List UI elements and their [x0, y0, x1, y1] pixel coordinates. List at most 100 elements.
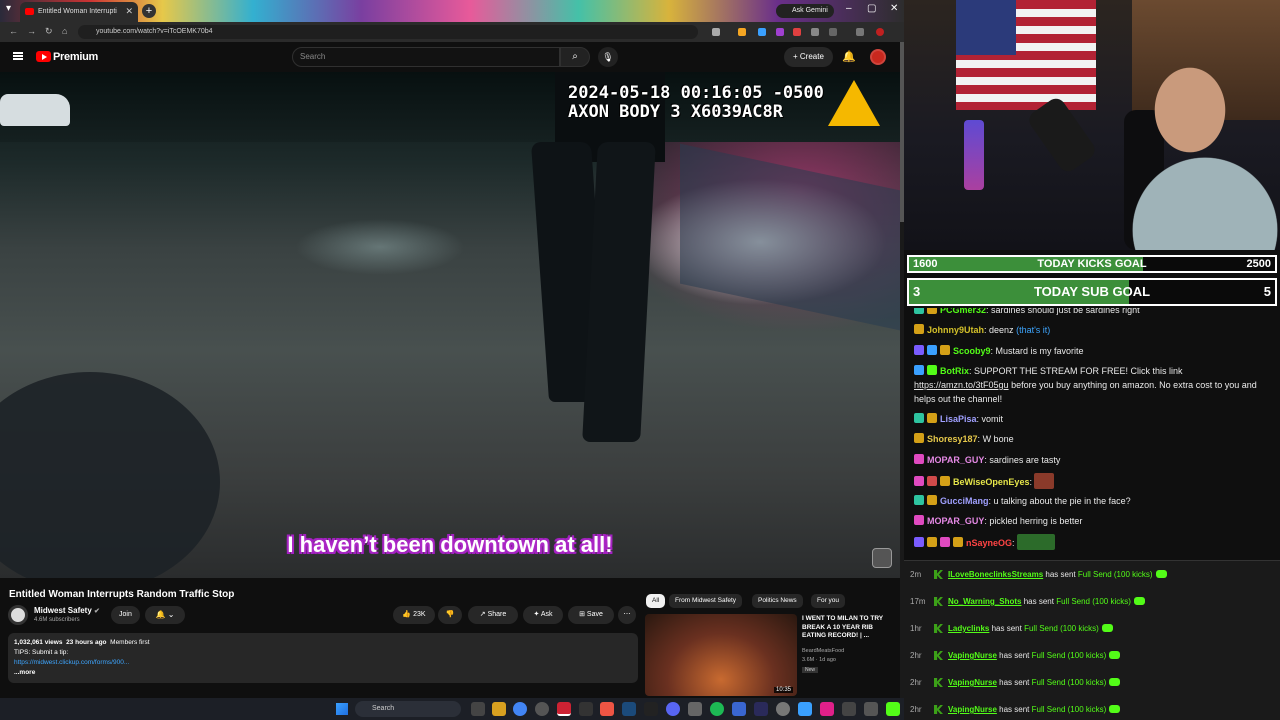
- save-button[interactable]: ⊞ Save: [568, 606, 614, 624]
- more-actions-button[interactable]: ⋯: [618, 606, 636, 624]
- chat-username[interactable]: LisaPisa: [940, 414, 977, 424]
- app-icon[interactable]: [754, 702, 768, 716]
- task-view-icon[interactable]: [471, 702, 485, 716]
- feed-gift: Full Send (100 kicks): [1056, 597, 1131, 606]
- chip-for-you[interactable]: For you: [811, 594, 846, 608]
- show-more-link[interactable]: ...more: [14, 668, 632, 678]
- chip-all[interactable]: All: [646, 594, 666, 608]
- app-icon[interactable]: [864, 702, 878, 716]
- extension-icon[interactable]: [758, 28, 766, 36]
- minimize-icon[interactable]: –: [846, 3, 852, 14]
- like-count: 23K: [413, 611, 426, 618]
- chat-username[interactable]: MOPAR_GUY: [927, 455, 984, 465]
- obs-icon[interactable]: [557, 702, 571, 716]
- feed-username[interactable]: ILoveBoneclinksStreams: [948, 570, 1043, 579]
- app-icon[interactable]: [842, 702, 856, 716]
- chat-username[interactable]: Johnny9Utah: [927, 325, 984, 335]
- chat-username[interactable]: nSayneOG: [966, 538, 1012, 548]
- extension-icon[interactable]: [738, 28, 746, 36]
- app-icon[interactable]: [798, 702, 812, 716]
- app-icon[interactable]: [820, 702, 834, 716]
- extension-icon[interactable]: [776, 28, 784, 36]
- subscribe-notifications-button[interactable]: 🔔 ⌄: [145, 606, 185, 624]
- maximize-icon[interactable]: ▢: [867, 3, 876, 14]
- extension-icon[interactable]: [811, 28, 819, 36]
- back-icon[interactable]: ←: [9, 26, 18, 36]
- video-player[interactable]: 2024-05-18 00:16:05 -0500 AXON BODY 3 X6…: [0, 72, 900, 578]
- dislike-button[interactable]: 👎: [438, 606, 462, 624]
- tab-menu-icon[interactable]: ▾: [6, 3, 11, 14]
- chat-message: PCGmer32: sardines should just be sardin…: [914, 308, 1274, 317]
- notifications-bell-icon[interactable]: 🔔: [842, 50, 856, 63]
- chat-text: u talking about the pie in the face?: [993, 496, 1131, 506]
- reload-icon[interactable]: ↻: [45, 26, 53, 37]
- feed-username[interactable]: VapingNurse: [948, 651, 997, 660]
- chat-username[interactable]: BotRix: [940, 366, 969, 376]
- description-link[interactable]: https://midwest.clickup.com/forms/900...: [14, 658, 632, 668]
- search-input[interactable]: Search: [292, 47, 560, 67]
- voice-search-button[interactable]: 🎙: [598, 47, 618, 67]
- recommended-channel[interactable]: BeardMeatsFood: [802, 647, 844, 656]
- discord-icon[interactable]: [666, 702, 680, 716]
- url-field[interactable]: youtube.com/watch?v=iTcOEMK70b4: [78, 25, 698, 39]
- channel-watermark-icon[interactable]: [872, 548, 892, 568]
- feed-username[interactable]: Ladyclinks: [948, 624, 989, 633]
- close-tab-icon[interactable]: ✕: [125, 6, 133, 17]
- chat-username[interactable]: Scooby9: [953, 346, 991, 356]
- extension-icon[interactable]: [793, 28, 801, 36]
- chat-username[interactable]: BeWiseOpenEyes: [953, 477, 1029, 487]
- chat-username[interactable]: GucciMang: [940, 496, 989, 506]
- taskbar-search-input[interactable]: Search: [355, 701, 461, 717]
- app-icon[interactable]: [776, 702, 790, 716]
- forward-icon[interactable]: →: [27, 26, 36, 36]
- extensions-puzzle-icon[interactable]: [829, 28, 837, 36]
- like-button[interactable]: 👍 23K: [393, 606, 435, 624]
- search-button[interactable]: ⌕: [560, 47, 590, 67]
- feed-text: ILoveBoneclinksStreams has sent Full Sen…: [948, 561, 1167, 588]
- channel-avatar[interactable]: [8, 605, 28, 625]
- create-button[interactable]: + Create: [784, 47, 833, 67]
- app-icon[interactable]: [579, 702, 593, 716]
- chip-from-channel[interactable]: From Midwest Safety: [669, 594, 743, 608]
- channel-name[interactable]: Midwest Safety ✔: [34, 606, 100, 615]
- feed-username[interactable]: VapingNurse: [948, 705, 997, 714]
- chat-username[interactable]: PCGmer32: [940, 308, 986, 315]
- app-icon[interactable]: [732, 702, 746, 716]
- spotify-icon[interactable]: [710, 702, 724, 716]
- home-icon[interactable]: ⌂: [62, 26, 67, 36]
- account-avatar-icon[interactable]: [876, 28, 884, 36]
- feed-username[interactable]: VapingNurse: [948, 678, 997, 687]
- youtube-premium-logo[interactable]: Premium: [53, 51, 98, 63]
- bookmark-star-icon[interactable]: [712, 28, 720, 36]
- sub-goal-bar: TODAY SUB GOAL 3 5: [907, 278, 1277, 306]
- video-description[interactable]: 1,032,061 views 23 hours ago Members fir…: [8, 633, 638, 683]
- chat-username[interactable]: MOPAR_GUY: [927, 516, 984, 526]
- close-window-icon[interactable]: ✕: [890, 3, 898, 14]
- steam-icon[interactable]: [622, 702, 636, 716]
- app-icon[interactable]: [688, 702, 702, 716]
- profile-icon[interactable]: [856, 28, 864, 36]
- recommended-title[interactable]: I WENT TO MILAN TO TRY BREAK A 10 YEAR R…: [802, 615, 898, 641]
- join-button[interactable]: Join: [111, 606, 140, 624]
- app-icon[interactable]: [644, 702, 658, 716]
- menu-icon[interactable]: [13, 52, 23, 60]
- chip-politics-news[interactable]: Politics News: [752, 594, 803, 608]
- ask-gemini-button[interactable]: Ask Gemini: [776, 4, 834, 18]
- app-icon[interactable]: [600, 702, 614, 716]
- file-explorer-icon[interactable]: [492, 702, 506, 716]
- chat-badge-icon: [940, 537, 950, 547]
- tab-youtube[interactable]: Entitled Woman Interrupti ✕: [20, 2, 138, 22]
- app-icon[interactable]: [535, 702, 549, 716]
- share-button[interactable]: ↗ Share: [468, 606, 518, 624]
- ask-button[interactable]: ✦ Ask: [523, 606, 563, 624]
- chat-username[interactable]: Shoresy187: [927, 434, 978, 444]
- feed-username[interactable]: No_Warning_Shots: [948, 597, 1021, 606]
- chrome-icon[interactable]: [513, 702, 527, 716]
- recommended-thumbnail[interactable]: 10:35: [645, 614, 797, 696]
- user-avatar[interactable]: [870, 49, 886, 65]
- youtube-logo-icon[interactable]: [36, 51, 51, 62]
- kick-icon[interactable]: [886, 702, 900, 716]
- new-tab-button[interactable]: +: [142, 4, 156, 18]
- windows-start-icon[interactable]: [336, 703, 348, 715]
- chat-link[interactable]: https://amzn.to/3tF05gu: [914, 380, 1009, 390]
